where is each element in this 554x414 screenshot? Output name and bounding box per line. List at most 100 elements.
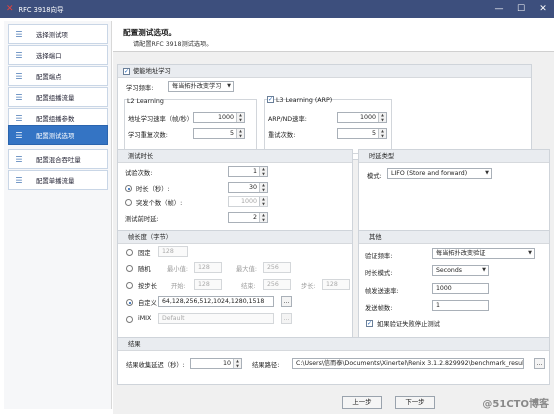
next-button[interactable]: 下一步 — [395, 396, 435, 409]
retry-stepper[interactable]: 5 ▲ ▼ — [337, 128, 387, 139]
l3-learning-title: L3 Learning (ARP) — [276, 97, 333, 104]
list-icon: ☰ — [15, 29, 23, 39]
max-size-input[interactable]: 256 — [263, 262, 291, 273]
list-icon: ☰ — [15, 130, 23, 140]
page-header: 配置测试选项。 请配置RFC 3918测试选项。 — [113, 18, 554, 52]
sidebar-item-endpoints[interactable]: ☰ 配置端点 — [8, 66, 108, 86]
result-path-input[interactable]: C:\Users\信而泰\Documents\Xinertel\Renix 3.… — [292, 358, 524, 369]
send-count-label: 发送帧数: — [365, 305, 393, 312]
stop-on-fail-checkbox[interactable]: ✓ — [366, 320, 373, 327]
step-label: 按步长 — [138, 283, 157, 290]
frame-random-radio[interactable] — [126, 265, 133, 272]
frame-imix-radio[interactable] — [126, 316, 133, 323]
frame-fixed-radio[interactable] — [126, 249, 133, 256]
minimize-icon[interactable]: — — [488, 0, 510, 18]
trials-stepper[interactable]: 1 ▲ ▼ — [228, 166, 268, 177]
result-path-browse-button[interactable]: ... — [534, 358, 545, 369]
sidebar-item-select-tests[interactable]: ☰ 选择测试项 — [8, 24, 108, 44]
latency-header: 时延类型 — [359, 150, 549, 163]
sidebar-item-label: 选择端口 — [36, 51, 62, 60]
duration-burst-radio[interactable] — [125, 199, 132, 206]
duration-time-radio[interactable] — [125, 185, 132, 192]
learning-mode-value: 每当拓扑改变学习 — [172, 83, 222, 90]
custom-label: 自定义 — [138, 300, 157, 307]
sidebar-item-multicast-traffic[interactable]: ☰ 配置组播流量 — [8, 87, 108, 107]
list-icon: ☰ — [15, 154, 23, 164]
latency-mode-select[interactable]: LIFO (Store and forward) ▼ — [387, 168, 492, 179]
l3-learning-checkbox[interactable]: ✓ — [267, 96, 274, 103]
learning-mode-select[interactable]: 每当拓扑改变学习 ▼ — [168, 81, 234, 92]
sidebar: ☰ 选择测试项 ☰ 选择端口 ☰ 配置端点 ☰ 配置组播流量 ☰ 配置组播参数 ☰ 配置测试… — [4, 21, 112, 409]
stepper-arrows-icon[interactable]: ▲ ▼ — [259, 213, 267, 222]
fixed-size-input[interactable]: 128 — [158, 246, 188, 257]
other-panel: 其他 验证频率: 每当拓扑改变验证 ▼ 时长模式: Seconds ▼ 帧发送速率:… — [358, 230, 550, 346]
maximize-icon[interactable]: ☐ — [510, 0, 532, 18]
l2-repeat-stepper[interactable]: 5 ▲ ▼ — [193, 128, 245, 139]
stepper-arrows-icon[interactable]: ▲ ▼ — [236, 129, 244, 138]
arp-rate-stepper[interactable]: 1000 ▲ ▼ — [337, 112, 387, 123]
arp-rate-label: ARP/ND速率: — [268, 116, 307, 123]
stepper-arrows-icon[interactable]: ▲ ▼ — [378, 113, 386, 122]
verify-select[interactable]: 每当拓扑改变验证 ▼ — [432, 248, 535, 259]
time-stepper[interactable]: 30 ▲ ▼ — [228, 182, 268, 193]
chevron-down-icon: ▼ — [528, 250, 532, 256]
stepper-arrows-icon[interactable]: ▲ ▼ — [378, 129, 386, 138]
min-size-input[interactable]: 128 — [194, 262, 222, 273]
burst-value: 1000 — [240, 198, 257, 205]
sidebar-item-label: 配置端点 — [36, 72, 62, 81]
burst-stepper[interactable]: 1000 ▲ ▼ — [228, 196, 268, 207]
stop-on-fail-label: 如果验证失败停止测试 — [377, 321, 440, 328]
stepper-arrows-icon[interactable]: ▲ ▼ — [236, 113, 244, 122]
burst-label: 突发个数（帧）: — [136, 200, 183, 207]
min-label: 最小值: — [167, 266, 189, 273]
sidebar-item-mixed-throughput[interactable]: ☰ 配置混合吞吐量 — [8, 149, 108, 169]
send-count-input[interactable]: 1 — [432, 300, 489, 311]
result-delay-value: 10 — [222, 360, 231, 367]
enable-learning-checkbox[interactable]: ✓ — [123, 68, 130, 75]
stepper-arrows-icon[interactable]: ▲ ▼ — [259, 197, 267, 206]
page-title: 配置测试选项。 — [123, 28, 177, 37]
trials-value: 1 — [252, 168, 257, 175]
result-delay-label: 结果收集延迟（秒）: — [126, 362, 185, 369]
sidebar-item-test-options[interactable]: ☰ 配置测试选项 — [8, 125, 108, 145]
close-icon[interactable]: ✕ — [532, 0, 554, 18]
stepper-arrows-icon[interactable]: ▲ ▼ — [259, 183, 267, 192]
custom-browse-button[interactable]: ... — [281, 296, 292, 307]
imix-browse-button[interactable]: ... — [281, 313, 292, 324]
other-header: 其他 — [359, 231, 549, 244]
frame-size-header: 帧长度（字节） — [118, 231, 352, 244]
frame-step-radio[interactable] — [126, 282, 133, 289]
duration-mode-select[interactable]: Seconds ▼ — [432, 265, 489, 276]
imix-input[interactable]: Default — [158, 313, 274, 324]
list-icon: ☰ — [15, 50, 23, 60]
stepper-arrows-icon[interactable]: ▲ ▼ — [259, 167, 267, 176]
stepper-arrows-icon[interactable]: ▲ ▼ — [233, 359, 241, 368]
title-bar: ✕ RFC 3918向导 — [0, 0, 554, 18]
step-size-input[interactable]: 128 — [322, 279, 350, 290]
prev-button[interactable]: 上一步 — [342, 396, 382, 409]
l2-learning-title: L2 Learning — [127, 98, 164, 105]
fixed-label: 固定 — [138, 250, 151, 257]
send-rate-input[interactable]: 1000 — [432, 283, 489, 294]
sidebar-item-label: 配置混合吞吐量 — [36, 155, 81, 164]
imix-label: iMIX — [138, 315, 152, 322]
sidebar-item-label: 配置组播流量 — [36, 93, 75, 102]
latency-mode-label: 模式: — [367, 173, 382, 180]
chevron-down-icon: ▼ — [482, 267, 486, 273]
sidebar-item-label: 配置组播参数 — [36, 114, 75, 123]
result-delay-stepper[interactable]: 10 ▲ ▼ — [190, 358, 242, 369]
list-icon: ☰ — [15, 175, 23, 185]
pretest-delay-stepper[interactable]: 2 ▲ ▼ — [228, 212, 268, 223]
end-size-input[interactable]: 256 — [263, 279, 291, 290]
pretest-delay-value: 2 — [252, 214, 257, 221]
sidebar-item-select-ports[interactable]: ☰ 选择端口 — [8, 45, 108, 65]
start-size-input[interactable]: 128 — [194, 279, 222, 290]
l2-rate-value: 1000 — [217, 114, 234, 121]
sidebar-item-label: 配置测试选项 — [36, 131, 75, 140]
l2-rate-stepper[interactable]: 1000 ▲ ▼ — [193, 112, 245, 123]
window-title: RFC 3918向导 — [18, 6, 64, 14]
learning-panel: ✓ 使能地址学习 学习频率: 每当拓扑改变学习 ▼ L2 Learning 地址学… — [117, 64, 532, 160]
custom-size-input[interactable]: 64,128,256,512,1024,1280,1518 — [158, 296, 274, 307]
sidebar-item-unicast-traffic[interactable]: ☰ 配置单播流量 — [8, 170, 108, 190]
frame-custom-radio[interactable] — [126, 299, 133, 306]
